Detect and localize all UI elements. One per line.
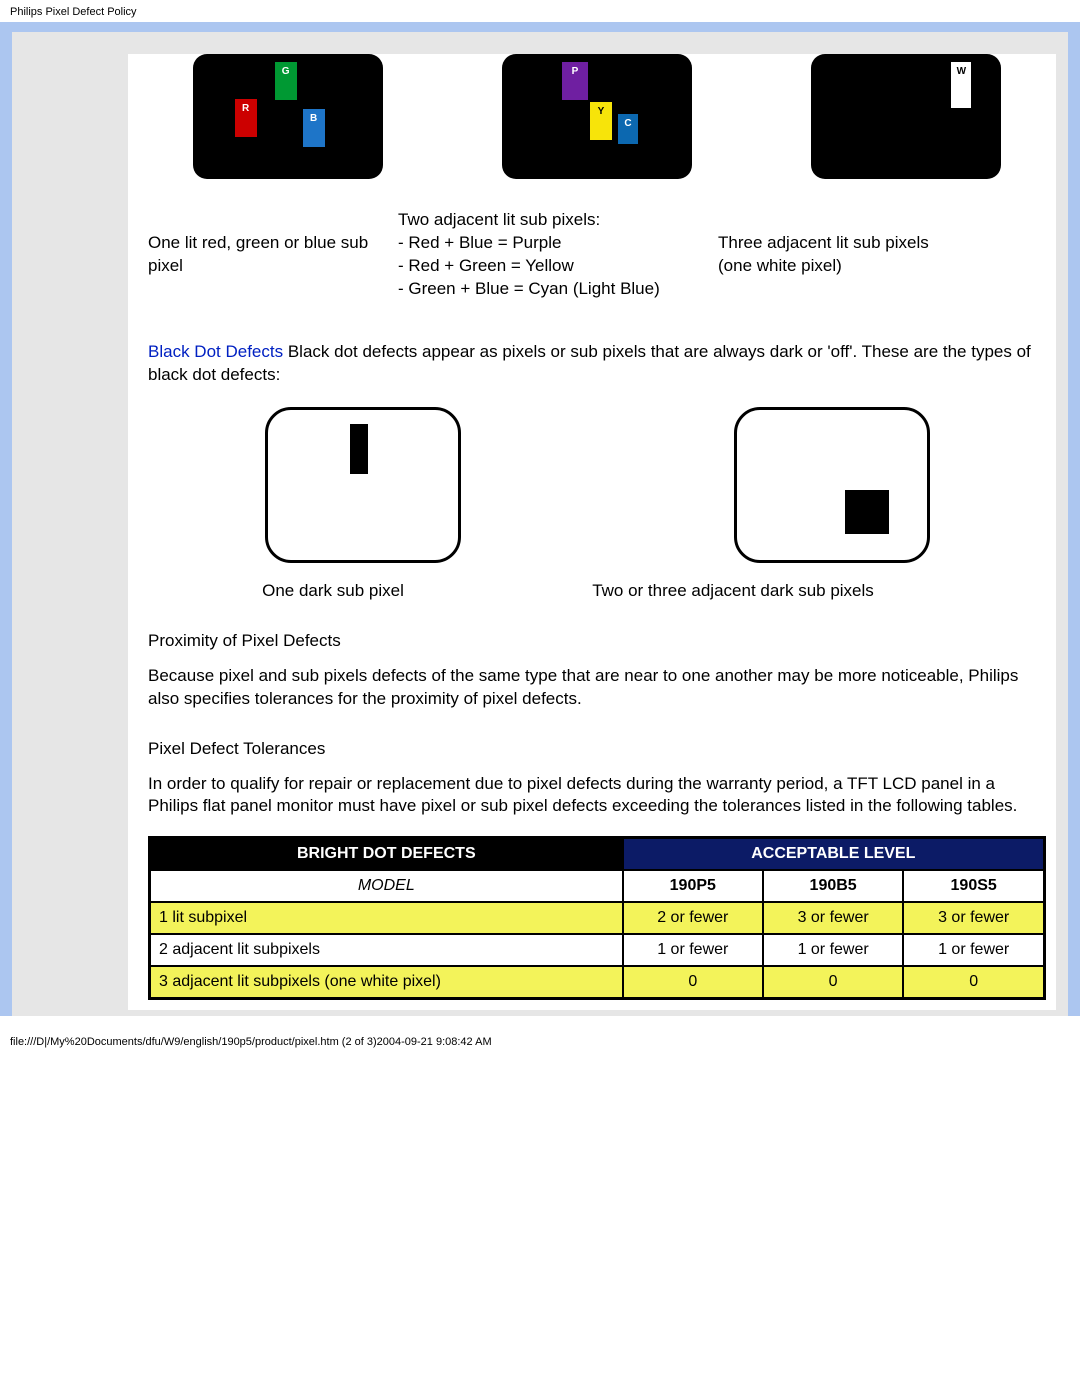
table-row-label: 1 lit subpixel [150,902,623,934]
table-row: 1 lit subpixel 2 or fewer 3 or fewer 3 o… [150,902,1045,934]
section-title-tolerances: Pixel Defect Tolerances [148,739,1046,759]
subpixel-green: G [275,62,297,100]
caption-two-adjacent-l3: - Green + Blue = Cyan (Light Blue) [398,279,660,298]
monitor-rgb-cell: G R B [148,54,427,179]
table-cell: 0 [623,966,763,999]
section-title-proximity: Proximity of Pixel Defects [148,631,1046,651]
bright-dot-captions: One lit red, green or blue sub pixel Two… [148,209,1046,301]
table-header-right: ACCEPTABLE LEVEL [623,838,1045,871]
table-header-left: BRIGHT DOT DEFECTS [150,838,623,871]
table-model-2: 190S5 [903,870,1044,902]
table-row: 3 adjacent lit subpixels (one white pixe… [150,966,1045,999]
caption-one-lit: One lit red, green or blue sub pixel [148,232,378,278]
page-body: G R B P Y C W [12,32,1068,1016]
dark-subpixel-block [845,490,889,534]
subpixel-yellow: Y [590,102,612,140]
table-cell: 0 [763,966,903,999]
dark-monitor-single [265,407,461,563]
table-cell: 0 [903,966,1044,999]
caption-two-adjacent-title: Two adjacent lit sub pixels: [398,210,600,229]
table-row-label: 3 adjacent lit subpixels (one white pixe… [150,966,623,999]
black-dot-paragraph: Black Dot Defects Black dot defects appe… [148,341,1046,387]
table-row-label: 2 adjacent lit subpixels [150,934,623,966]
subpixel-blue: B [303,109,325,147]
monitor-white: W [811,54,1001,179]
header-path: Philips Pixel Defect Policy [0,0,1080,22]
table-model-row: MODEL 190P5 190B5 190S5 [150,870,1045,902]
table-header-row: BRIGHT DOT DEFECTS ACCEPTABLE LEVEL [150,838,1045,871]
caption-two-adjacent-l2: - Red + Green = Yellow [398,256,574,275]
table-cell: 1 or fewer [903,934,1044,966]
dark-monitor-multi [734,407,930,563]
outer-frame: G R B P Y C W [0,22,1080,1016]
table-cell: 1 or fewer [623,934,763,966]
caption-one-dark: One dark sub pixel [148,581,518,601]
dark-subpixel-thin [350,424,368,474]
tolerances-text: In order to qualify for repair or replac… [148,773,1046,819]
monitor-pyc-cell: P Y C [457,54,736,179]
table-model-0: 190P5 [623,870,763,902]
proximity-text: Because pixel and sub pixels defects of … [148,665,1046,711]
caption-three-adjacent: Three adjacent lit sub pixels (one white… [718,232,958,278]
subpixel-cyan: C [618,114,638,144]
monitor-pyc: P Y C [502,54,692,179]
monitor-rgb: G R B [193,54,383,179]
black-dot-captions: One dark sub pixel Two or three adjacent… [148,581,1046,601]
black-dot-illustration-row [148,407,1046,563]
subpixel-red: R [235,99,257,137]
table-row: 2 adjacent lit subpixels 1 or fewer 1 or… [150,934,1045,966]
content-column: G R B P Y C W [128,54,1056,1010]
table-cell: 3 or fewer [763,902,903,934]
caption-two-dark: Two or three adjacent dark sub pixels [518,581,948,601]
black-dot-term: Black Dot Defects [148,342,283,361]
caption-two-adjacent: Two adjacent lit sub pixels: - Red + Blu… [398,209,698,301]
bright-dot-illustration-row: G R B P Y C W [148,54,1046,179]
footer-path: file:///D|/My%20Documents/dfu/W9/english… [0,1016,1080,1068]
table-model-1: 190B5 [763,870,903,902]
caption-two-adjacent-l1: - Red + Blue = Purple [398,233,561,252]
bright-dot-defects-table: BRIGHT DOT DEFECTS ACCEPTABLE LEVEL MODE… [148,836,1046,1000]
subpixel-purple: P [562,62,588,100]
table-cell: 3 or fewer [903,902,1044,934]
monitor-white-cell: W [767,54,1046,179]
table-cell: 2 or fewer [623,902,763,934]
subpixel-white: W [951,62,971,108]
table-cell: 1 or fewer [763,934,903,966]
table-model-label: MODEL [150,870,623,902]
